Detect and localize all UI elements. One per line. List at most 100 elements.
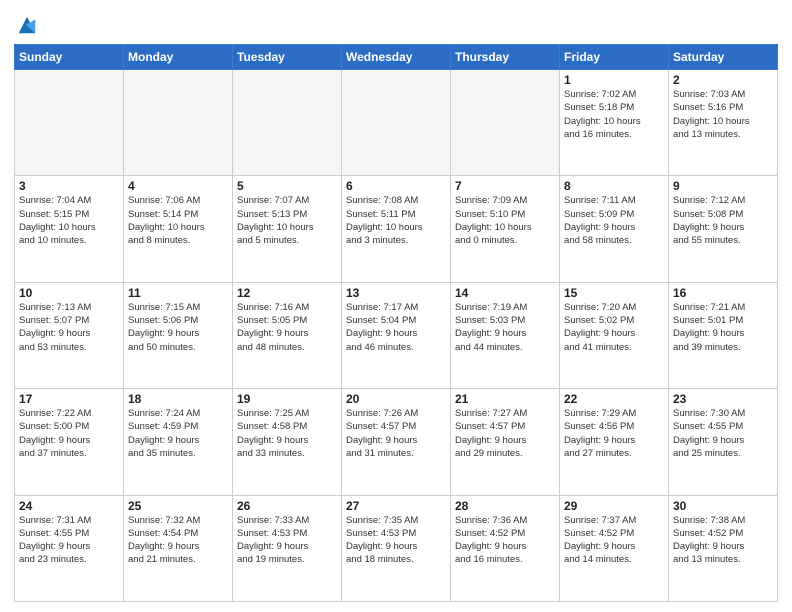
day-info: Sunrise: 7:13 AM Sunset: 5:07 PM Dayligh…: [19, 301, 119, 354]
calendar-empty-cell: [342, 70, 451, 176]
day-number: 6: [346, 179, 446, 193]
day-info: Sunrise: 7:08 AM Sunset: 5:11 PM Dayligh…: [346, 194, 446, 247]
page: SundayMondayTuesdayWednesdayThursdayFrid…: [0, 0, 792, 612]
calendar-day-29: 29Sunrise: 7:37 AM Sunset: 4:52 PM Dayli…: [560, 495, 669, 601]
calendar-empty-cell: [15, 70, 124, 176]
calendar-header-row: SundayMondayTuesdayWednesdayThursdayFrid…: [15, 45, 778, 70]
day-info: Sunrise: 7:22 AM Sunset: 5:00 PM Dayligh…: [19, 407, 119, 460]
calendar-weekday-monday: Monday: [124, 45, 233, 70]
day-info: Sunrise: 7:38 AM Sunset: 4:52 PM Dayligh…: [673, 514, 773, 567]
calendar-day-9: 9Sunrise: 7:12 AM Sunset: 5:08 PM Daylig…: [669, 176, 778, 282]
calendar-day-21: 21Sunrise: 7:27 AM Sunset: 4:57 PM Dayli…: [451, 389, 560, 495]
day-number: 13: [346, 286, 446, 300]
day-info: Sunrise: 7:36 AM Sunset: 4:52 PM Dayligh…: [455, 514, 555, 567]
day-number: 12: [237, 286, 337, 300]
calendar-day-24: 24Sunrise: 7:31 AM Sunset: 4:55 PM Dayli…: [15, 495, 124, 601]
day-info: Sunrise: 7:30 AM Sunset: 4:55 PM Dayligh…: [673, 407, 773, 460]
calendar-day-19: 19Sunrise: 7:25 AM Sunset: 4:58 PM Dayli…: [233, 389, 342, 495]
calendar-week-2: 3Sunrise: 7:04 AM Sunset: 5:15 PM Daylig…: [15, 176, 778, 282]
calendar-day-17: 17Sunrise: 7:22 AM Sunset: 5:00 PM Dayli…: [15, 389, 124, 495]
day-info: Sunrise: 7:19 AM Sunset: 5:03 PM Dayligh…: [455, 301, 555, 354]
day-number: 4: [128, 179, 228, 193]
day-number: 18: [128, 392, 228, 406]
calendar-day-26: 26Sunrise: 7:33 AM Sunset: 4:53 PM Dayli…: [233, 495, 342, 601]
day-number: 9: [673, 179, 773, 193]
day-info: Sunrise: 7:26 AM Sunset: 4:57 PM Dayligh…: [346, 407, 446, 460]
day-info: Sunrise: 7:25 AM Sunset: 4:58 PM Dayligh…: [237, 407, 337, 460]
calendar-day-5: 5Sunrise: 7:07 AM Sunset: 5:13 PM Daylig…: [233, 176, 342, 282]
day-info: Sunrise: 7:17 AM Sunset: 5:04 PM Dayligh…: [346, 301, 446, 354]
day-number: 17: [19, 392, 119, 406]
day-info: Sunrise: 7:04 AM Sunset: 5:15 PM Dayligh…: [19, 194, 119, 247]
day-info: Sunrise: 7:31 AM Sunset: 4:55 PM Dayligh…: [19, 514, 119, 567]
calendar-day-4: 4Sunrise: 7:06 AM Sunset: 5:14 PM Daylig…: [124, 176, 233, 282]
calendar-day-2: 2Sunrise: 7:03 AM Sunset: 5:16 PM Daylig…: [669, 70, 778, 176]
day-info: Sunrise: 7:24 AM Sunset: 4:59 PM Dayligh…: [128, 407, 228, 460]
calendar-week-1: 1Sunrise: 7:02 AM Sunset: 5:18 PM Daylig…: [15, 70, 778, 176]
calendar-day-3: 3Sunrise: 7:04 AM Sunset: 5:15 PM Daylig…: [15, 176, 124, 282]
calendar-day-15: 15Sunrise: 7:20 AM Sunset: 5:02 PM Dayli…: [560, 282, 669, 388]
calendar-week-4: 17Sunrise: 7:22 AM Sunset: 5:00 PM Dayli…: [15, 389, 778, 495]
header: [14, 10, 778, 36]
day-number: 21: [455, 392, 555, 406]
day-number: 16: [673, 286, 773, 300]
day-info: Sunrise: 7:32 AM Sunset: 4:54 PM Dayligh…: [128, 514, 228, 567]
calendar-weekday-tuesday: Tuesday: [233, 45, 342, 70]
day-number: 30: [673, 499, 773, 513]
calendar-day-13: 13Sunrise: 7:17 AM Sunset: 5:04 PM Dayli…: [342, 282, 451, 388]
day-info: Sunrise: 7:37 AM Sunset: 4:52 PM Dayligh…: [564, 514, 664, 567]
calendar-day-14: 14Sunrise: 7:19 AM Sunset: 5:03 PM Dayli…: [451, 282, 560, 388]
calendar-day-18: 18Sunrise: 7:24 AM Sunset: 4:59 PM Dayli…: [124, 389, 233, 495]
calendar-week-5: 24Sunrise: 7:31 AM Sunset: 4:55 PM Dayli…: [15, 495, 778, 601]
day-number: 24: [19, 499, 119, 513]
calendar-empty-cell: [233, 70, 342, 176]
logo-icon: [16, 14, 38, 36]
day-info: Sunrise: 7:29 AM Sunset: 4:56 PM Dayligh…: [564, 407, 664, 460]
day-number: 11: [128, 286, 228, 300]
calendar-week-3: 10Sunrise: 7:13 AM Sunset: 5:07 PM Dayli…: [15, 282, 778, 388]
calendar-weekday-sunday: Sunday: [15, 45, 124, 70]
calendar-day-22: 22Sunrise: 7:29 AM Sunset: 4:56 PM Dayli…: [560, 389, 669, 495]
day-number: 5: [237, 179, 337, 193]
day-number: 10: [19, 286, 119, 300]
day-number: 28: [455, 499, 555, 513]
day-number: 14: [455, 286, 555, 300]
day-number: 26: [237, 499, 337, 513]
calendar-day-8: 8Sunrise: 7:11 AM Sunset: 5:09 PM Daylig…: [560, 176, 669, 282]
calendar-day-27: 27Sunrise: 7:35 AM Sunset: 4:53 PM Dayli…: [342, 495, 451, 601]
day-info: Sunrise: 7:35 AM Sunset: 4:53 PM Dayligh…: [346, 514, 446, 567]
calendar-day-12: 12Sunrise: 7:16 AM Sunset: 5:05 PM Dayli…: [233, 282, 342, 388]
day-number: 7: [455, 179, 555, 193]
calendar-day-6: 6Sunrise: 7:08 AM Sunset: 5:11 PM Daylig…: [342, 176, 451, 282]
day-info: Sunrise: 7:09 AM Sunset: 5:10 PM Dayligh…: [455, 194, 555, 247]
day-info: Sunrise: 7:12 AM Sunset: 5:08 PM Dayligh…: [673, 194, 773, 247]
calendar-day-23: 23Sunrise: 7:30 AM Sunset: 4:55 PM Dayli…: [669, 389, 778, 495]
day-info: Sunrise: 7:33 AM Sunset: 4:53 PM Dayligh…: [237, 514, 337, 567]
calendar-weekday-wednesday: Wednesday: [342, 45, 451, 70]
day-info: Sunrise: 7:21 AM Sunset: 5:01 PM Dayligh…: [673, 301, 773, 354]
calendar-day-7: 7Sunrise: 7:09 AM Sunset: 5:10 PM Daylig…: [451, 176, 560, 282]
day-info: Sunrise: 7:02 AM Sunset: 5:18 PM Dayligh…: [564, 88, 664, 141]
calendar-day-20: 20Sunrise: 7:26 AM Sunset: 4:57 PM Dayli…: [342, 389, 451, 495]
day-info: Sunrise: 7:06 AM Sunset: 5:14 PM Dayligh…: [128, 194, 228, 247]
day-number: 29: [564, 499, 664, 513]
calendar-table: SundayMondayTuesdayWednesdayThursdayFrid…: [14, 44, 778, 602]
day-info: Sunrise: 7:03 AM Sunset: 5:16 PM Dayligh…: [673, 88, 773, 141]
day-number: 2: [673, 73, 773, 87]
calendar-day-25: 25Sunrise: 7:32 AM Sunset: 4:54 PM Dayli…: [124, 495, 233, 601]
day-number: 20: [346, 392, 446, 406]
calendar-empty-cell: [124, 70, 233, 176]
day-number: 1: [564, 73, 664, 87]
calendar-weekday-saturday: Saturday: [669, 45, 778, 70]
calendar-day-11: 11Sunrise: 7:15 AM Sunset: 5:06 PM Dayli…: [124, 282, 233, 388]
day-info: Sunrise: 7:16 AM Sunset: 5:05 PM Dayligh…: [237, 301, 337, 354]
logo: [14, 14, 38, 36]
day-number: 27: [346, 499, 446, 513]
day-number: 22: [564, 392, 664, 406]
day-number: 3: [19, 179, 119, 193]
day-number: 8: [564, 179, 664, 193]
day-info: Sunrise: 7:07 AM Sunset: 5:13 PM Dayligh…: [237, 194, 337, 247]
calendar-weekday-friday: Friday: [560, 45, 669, 70]
day-info: Sunrise: 7:20 AM Sunset: 5:02 PM Dayligh…: [564, 301, 664, 354]
day-info: Sunrise: 7:15 AM Sunset: 5:06 PM Dayligh…: [128, 301, 228, 354]
